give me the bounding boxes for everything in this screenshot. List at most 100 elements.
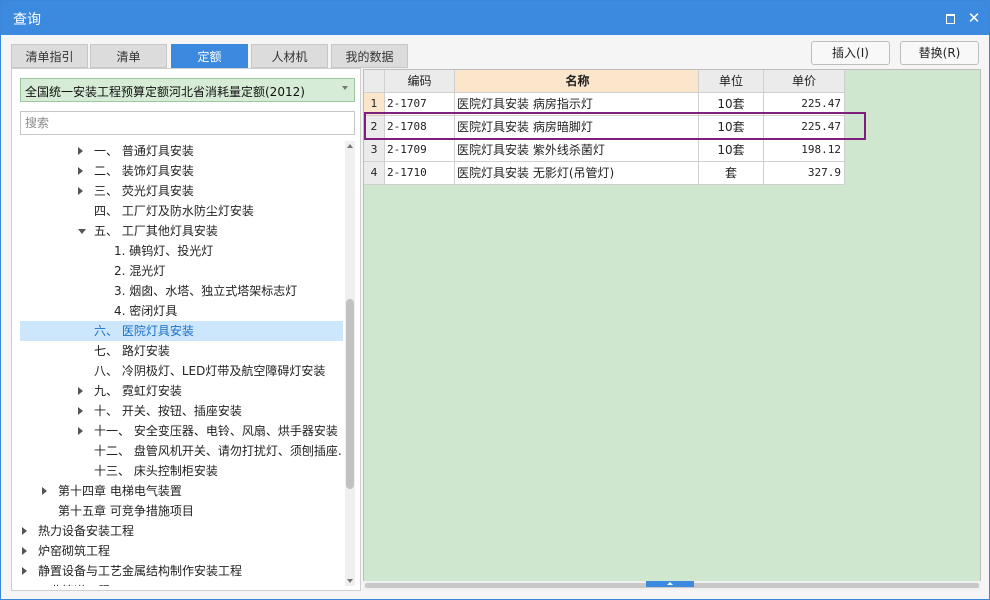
tree-node-label: 九、 霓虹灯安装 bbox=[94, 384, 182, 398]
tab-my-data[interactable]: 我的数据 bbox=[331, 44, 408, 68]
caret-right-icon[interactable] bbox=[22, 547, 27, 555]
left-panel: 全国统一安装工程预算定额河北省消耗量定额(2012) 一、 普通灯具安装二、 装… bbox=[11, 68, 361, 591]
tree-node-label: 二、 装饰灯具安装 bbox=[94, 164, 194, 178]
tree-node-label: 1. 碘钨灯、投光灯 bbox=[114, 244, 214, 258]
cell-price[interactable]: 198.12 bbox=[764, 139, 845, 162]
close-button[interactable]: ✕ bbox=[966, 10, 982, 26]
tree-node[interactable]: 三、 荧光灯具安装 bbox=[20, 181, 343, 201]
tree-node[interactable]: 一、 普通灯具安装 bbox=[20, 141, 343, 161]
header-price[interactable]: 单价 bbox=[764, 70, 845, 93]
quota-standard-select[interactable]: 全国统一安装工程预算定额河北省消耗量定额(2012) bbox=[20, 78, 355, 102]
cell-code[interactable]: 2-1707 bbox=[385, 93, 455, 116]
cell-unit[interactable]: 套 bbox=[699, 162, 764, 185]
tree-node[interactable]: 十二、 盘管风机开关、请勿打扰灯、须刨插座... bbox=[20, 441, 343, 461]
cell-name[interactable]: 医院灯具安装 病房指示灯 bbox=[455, 93, 699, 116]
search-input[interactable] bbox=[20, 111, 355, 135]
header-rownum bbox=[364, 70, 385, 93]
caret-right-icon[interactable] bbox=[42, 487, 47, 495]
insert-button[interactable]: 插入(I) bbox=[811, 41, 890, 65]
tree-node[interactable]: 1. 碘钨灯、投光灯 bbox=[20, 241, 343, 261]
tree-node-label: 四、 工厂灯及防水防尘灯安装 bbox=[94, 204, 254, 218]
tree-node-label: 第十四章 电梯电气装置 bbox=[58, 484, 182, 498]
cell-unit[interactable]: 10套 bbox=[699, 139, 764, 162]
tree-node-label: 五、 工厂其他灯具安装 bbox=[94, 224, 218, 238]
tree-scrollbar[interactable] bbox=[345, 141, 355, 586]
tree-node[interactable]: 第十四章 电梯电气装置 bbox=[20, 481, 343, 501]
tree-node-label: 热力设备安装工程 bbox=[38, 524, 135, 538]
tree-node[interactable]: 第十五章 可竞争措施项目 bbox=[20, 501, 343, 521]
cell-name[interactable]: 医院灯具安装 病房暗脚灯 bbox=[455, 116, 699, 139]
cell-num[interactable]: 2 bbox=[364, 116, 385, 139]
caret-right-icon[interactable] bbox=[78, 147, 83, 155]
close-icon: ✕ bbox=[967, 9, 981, 27]
tree-node-label: 炉窑砌筑工程 bbox=[38, 544, 111, 558]
tree-node[interactable]: 2. 混光灯 bbox=[20, 261, 343, 281]
tree-node-label: 八、 冷阴极灯、LED灯带及航空障碍灯安装 bbox=[94, 364, 326, 378]
cell-name[interactable]: 医院灯具安装 无影灯(吊管灯) bbox=[455, 162, 699, 185]
replace-button[interactable]: 替换(R) bbox=[900, 41, 979, 65]
cell-price[interactable]: 225.47 bbox=[764, 116, 845, 139]
caret-right-icon[interactable] bbox=[78, 187, 83, 195]
tree-node[interactable]: 十三、 床头控制柜安装 bbox=[20, 461, 343, 481]
scroll-thumb[interactable] bbox=[346, 299, 354, 489]
cell-price[interactable]: 327.9 bbox=[764, 162, 845, 185]
restore-icon bbox=[946, 14, 955, 24]
cell-unit[interactable]: 10套 bbox=[699, 93, 764, 116]
cell-code[interactable]: 2-1710 bbox=[385, 162, 455, 185]
panel-splitter[interactable] bbox=[646, 581, 694, 587]
tree-node[interactable]: 炉窑砌筑工程 bbox=[20, 541, 343, 561]
tree-node[interactable]: 4. 密闭灯具 bbox=[20, 301, 343, 321]
quota-grid: 编码 名称 单位 单价 1 2-1707 医院灯具安装 病房指示灯 10套 225.47… bbox=[363, 69, 981, 582]
tree-node[interactable]: 五、 工厂其他灯具安装 bbox=[20, 221, 343, 241]
quota-standard-value: 全国统一安装工程预算定额河北省消耗量定额(2012) bbox=[25, 85, 305, 99]
tab-list-guide[interactable]: 清单指引 bbox=[11, 44, 88, 68]
cell-num[interactable]: 3 bbox=[364, 139, 385, 162]
caret-right-icon[interactable] bbox=[22, 527, 27, 535]
cell-num[interactable]: 4 bbox=[364, 162, 385, 185]
cell-code[interactable]: 2-1709 bbox=[385, 139, 455, 162]
cell-price[interactable]: 225.47 bbox=[764, 93, 845, 116]
caret-down-icon[interactable] bbox=[78, 229, 86, 234]
tree-node[interactable]: 3. 烟囱、水塔、独立式塔架标志灯 bbox=[20, 281, 343, 301]
caret-right-icon[interactable] bbox=[78, 407, 83, 415]
tree-node-label: 十一、 安全变压器、电铃、风扇、烘手器安装 bbox=[94, 424, 338, 438]
tree-node[interactable]: 六、 医院灯具安装 bbox=[20, 321, 343, 341]
tree-node-label: 4. 密闭灯具 bbox=[114, 304, 178, 318]
tab-labor-material[interactable]: 人材机 bbox=[251, 44, 328, 68]
tree-node[interactable]: 八、 冷阴极灯、LED灯带及航空障碍灯安装 bbox=[20, 361, 343, 381]
tree-node-label: 七、 路灯安装 bbox=[94, 344, 170, 358]
title-bar[interactable]: 查询 ✕ bbox=[1, 1, 989, 35]
restore-button[interactable] bbox=[942, 10, 958, 26]
cell-name[interactable]: 医院灯具安装 紫外线杀菌灯 bbox=[455, 139, 699, 162]
chevron-down-icon bbox=[342, 86, 348, 90]
tree-node[interactable]: 十一、 安全变压器、电铃、风扇、烘手器安装 bbox=[20, 421, 343, 441]
cell-num[interactable]: 1 bbox=[364, 93, 385, 116]
caret-right-icon[interactable] bbox=[78, 387, 83, 395]
header-code[interactable]: 编码 bbox=[385, 70, 455, 93]
header-name[interactable]: 名称 bbox=[455, 70, 699, 93]
window-title: 查询 bbox=[13, 12, 41, 28]
tab-quota[interactable]: 定额 bbox=[171, 44, 248, 68]
tree-node[interactable]: 静置设备与工艺金属结构制作安装工程 bbox=[20, 561, 343, 581]
cell-code[interactable]: 2-1708 bbox=[385, 116, 455, 139]
tree-node-label: 一、 普通灯具安装 bbox=[94, 144, 194, 158]
scroll-up-icon[interactable] bbox=[347, 144, 353, 148]
tree-node[interactable]: 四、 工厂灯及防水防尘灯安装 bbox=[20, 201, 343, 221]
cell-unit[interactable]: 10套 bbox=[699, 116, 764, 139]
caret-right-icon[interactable] bbox=[78, 427, 83, 435]
tree-node-label: 3. 烟囱、水塔、独立式塔架标志灯 bbox=[114, 284, 298, 298]
tree-node[interactable]: 九、 霓虹灯安装 bbox=[20, 381, 343, 401]
header-unit[interactable]: 单位 bbox=[699, 70, 764, 93]
tree-node[interactable]: 十、 开关、按钮、插座安装 bbox=[20, 401, 343, 421]
tree-node-label: 第十五章 可竞争措施项目 bbox=[58, 504, 194, 518]
caret-right-icon[interactable] bbox=[78, 167, 83, 175]
tab-list[interactable]: 清单 bbox=[90, 44, 167, 68]
tree-node-label: 静置设备与工艺金属结构制作安装工程 bbox=[38, 564, 243, 578]
tree-node-label: 十二、 盘管风机开关、请勿打扰灯、须刨插座... bbox=[94, 444, 343, 458]
tree-node[interactable]: 七、 路灯安装 bbox=[20, 341, 343, 361]
tree-node[interactable]: 热力设备安装工程 bbox=[20, 521, 343, 541]
caret-right-icon[interactable] bbox=[22, 567, 27, 575]
tree-node[interactable]: 二、 装饰灯具安装 bbox=[20, 161, 343, 181]
tree-node[interactable]: 工业管道工程 bbox=[20, 581, 343, 586]
scroll-down-icon[interactable] bbox=[347, 579, 353, 583]
